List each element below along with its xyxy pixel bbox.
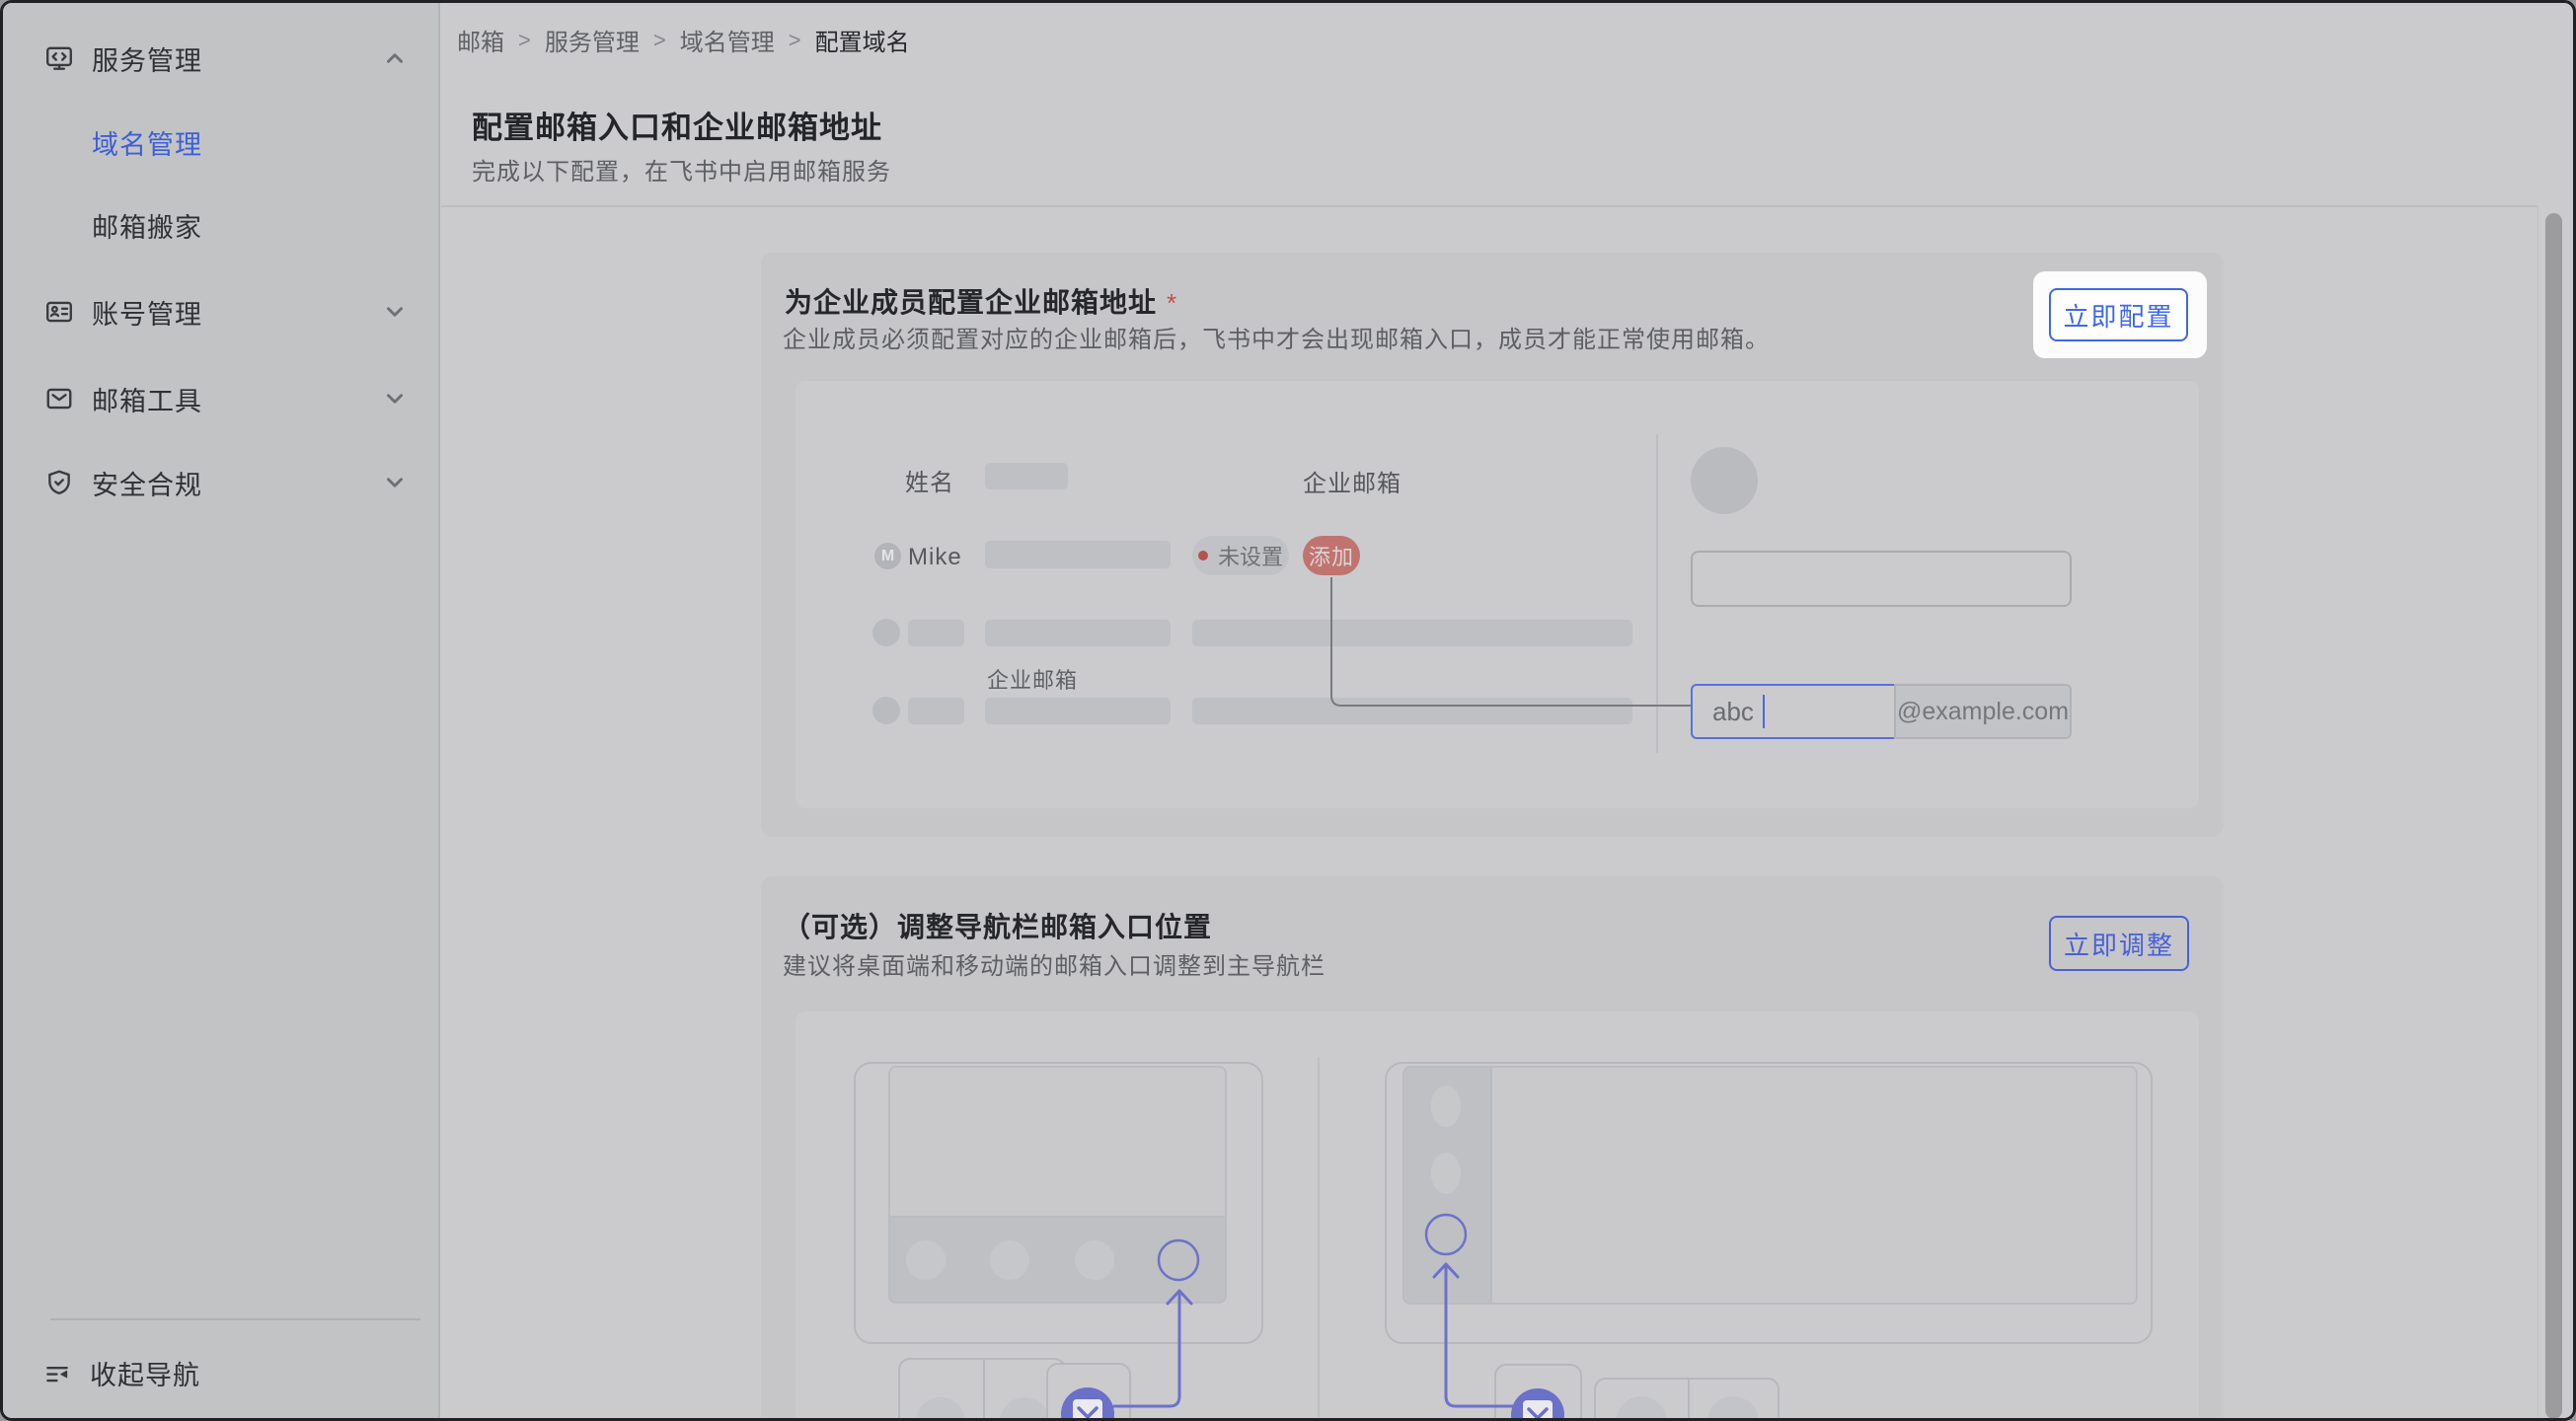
chevron-down-icon [382, 299, 408, 325]
collapse-nav-button[interactable]: 收起导航 [3, 1343, 440, 1402]
monitor-code-icon [44, 43, 74, 73]
chevron-down-icon [382, 386, 408, 411]
placeholder-bar [908, 698, 964, 724]
breadcrumb-separator: > [653, 28, 666, 53]
placeholder-bar [1192, 698, 1632, 724]
breadcrumb: 邮箱 > 服务管理 > 域名管理 > 配置域名 [457, 23, 910, 57]
mobile-mail-dock-item [1046, 1363, 1131, 1421]
sidebar-item-service-management[interactable]: 服务管理 [3, 29, 440, 88]
status-badge-not-set: 未设置 [1192, 536, 1289, 575]
dock-separator [1688, 1380, 1690, 1421]
sidebar-item-label: 安全合规 [92, 464, 202, 502]
collapse-nav-icon [42, 1358, 72, 1387]
member-avatar: M [874, 543, 901, 569]
placeholder-bar [985, 463, 1068, 489]
placeholder-bar [985, 541, 1171, 568]
sidebar: 服务管理 域名管理 邮箱搬家 账号管理 [3, 3, 440, 1418]
placeholder-bar [985, 620, 1171, 646]
nav-entry-card-description: 建议将桌面端和移动端的邮箱入口调整到主导航栏 [783, 946, 1326, 981]
desktop-mockup-screen [1402, 1066, 2138, 1305]
avatar-placeholder-large [1691, 447, 1758, 514]
placeholder-bar [985, 698, 1171, 724]
app-window: 服务管理 域名管理 邮箱搬家 账号管理 [0, 0, 2576, 1421]
id-card-icon [44, 297, 74, 327]
panel-divider [1656, 434, 1658, 753]
member-email-card-title: 为企业成员配置企业邮箱地址* [785, 281, 1177, 321]
placeholder-bar [1192, 620, 1632, 646]
add-button-illustration: 添加 [1303, 536, 1360, 575]
email-domain-suffix: @example.com [1894, 684, 2072, 739]
email-prefix-input[interactable]: abc [1691, 684, 1896, 739]
sidebar-item-account-management[interactable]: 账号管理 [3, 282, 440, 341]
tab-item-placeholder [906, 1240, 946, 1280]
avatar-placeholder [872, 619, 900, 646]
configure-now-button[interactable]: 立即配置 [2049, 288, 2188, 341]
sidebar-item-security-compliance[interactable]: 安全合规 [3, 453, 440, 512]
text-cursor [1763, 695, 1765, 728]
name-column-header: 姓名 [905, 463, 954, 497]
sidebar-item-label: 邮箱搬家 [92, 206, 202, 245]
page-subtitle: 完成以下配置，在飞书中启用邮箱服务 [472, 152, 891, 187]
breadcrumb-separator: > [789, 28, 801, 53]
page-title: 配置邮箱入口和企业邮箱地址 [472, 103, 882, 147]
adjust-now-button[interactable]: 立即调整 [2049, 916, 2189, 971]
chevron-up-icon [382, 45, 408, 71]
sidebar-footer-divider [50, 1318, 420, 1320]
sidebar-item-mailbox-migration[interactable]: 邮箱搬家 [3, 195, 440, 255]
member-email-card-description: 企业成员必须配置对应的企业邮箱后，飞书中才会出现邮箱入口，成员才能正常使用邮箱。 [783, 320, 1770, 354]
sidebar-item-mail-tools[interactable]: 邮箱工具 [3, 369, 440, 428]
scrollbar-thumb[interactable] [2545, 213, 2562, 1419]
mobile-content-area [890, 1068, 1225, 1216]
avatar-placeholder [872, 697, 900, 724]
email-label: 企业邮箱 [987, 663, 1078, 695]
nav-entry-card-title: （可选）调整导航栏邮箱入口位置 [783, 906, 1212, 945]
sidebar-item-label: 域名管理 [92, 123, 202, 162]
email-column-header: 企业邮箱 [1303, 464, 1402, 498]
required-mark: * [1167, 288, 1177, 318]
shield-check-icon [44, 468, 74, 497]
header-divider [441, 205, 2538, 207]
breadcrumb-item-mail[interactable]: 邮箱 [457, 23, 504, 57]
desktop-mail-dock-item [1494, 1364, 1582, 1421]
chevron-down-icon [382, 470, 408, 495]
dock-separator [983, 1360, 985, 1421]
breadcrumb-item-current: 配置域名 [815, 23, 910, 57]
nav-rail-item-placeholder [1431, 1153, 1461, 1194]
placeholder-bar [908, 620, 964, 646]
status-dot [1198, 551, 1208, 561]
nav-rail-item-placeholder [1431, 1085, 1461, 1127]
mail-icon [44, 384, 74, 413]
tab-item-placeholder [990, 1240, 1029, 1280]
collapse-nav-label: 收起导航 [90, 1354, 200, 1392]
sidebar-item-label: 服务管理 [92, 39, 202, 78]
breadcrumb-item-domain[interactable]: 域名管理 [680, 23, 775, 57]
sidebar-item-domain-management[interactable]: 域名管理 [3, 112, 440, 172]
sidebar-item-label: 邮箱工具 [92, 380, 202, 418]
empty-input-illustration [1691, 551, 2072, 607]
sidebar-item-label: 账号管理 [92, 293, 202, 332]
breadcrumb-separator: > [518, 28, 531, 53]
member-name: Mike [908, 544, 962, 571]
tab-item-placeholder [1075, 1240, 1114, 1280]
desktop-content-area [1492, 1068, 2136, 1303]
mockup-divider [1318, 1057, 1320, 1421]
breadcrumb-item-service[interactable]: 服务管理 [545, 23, 640, 57]
